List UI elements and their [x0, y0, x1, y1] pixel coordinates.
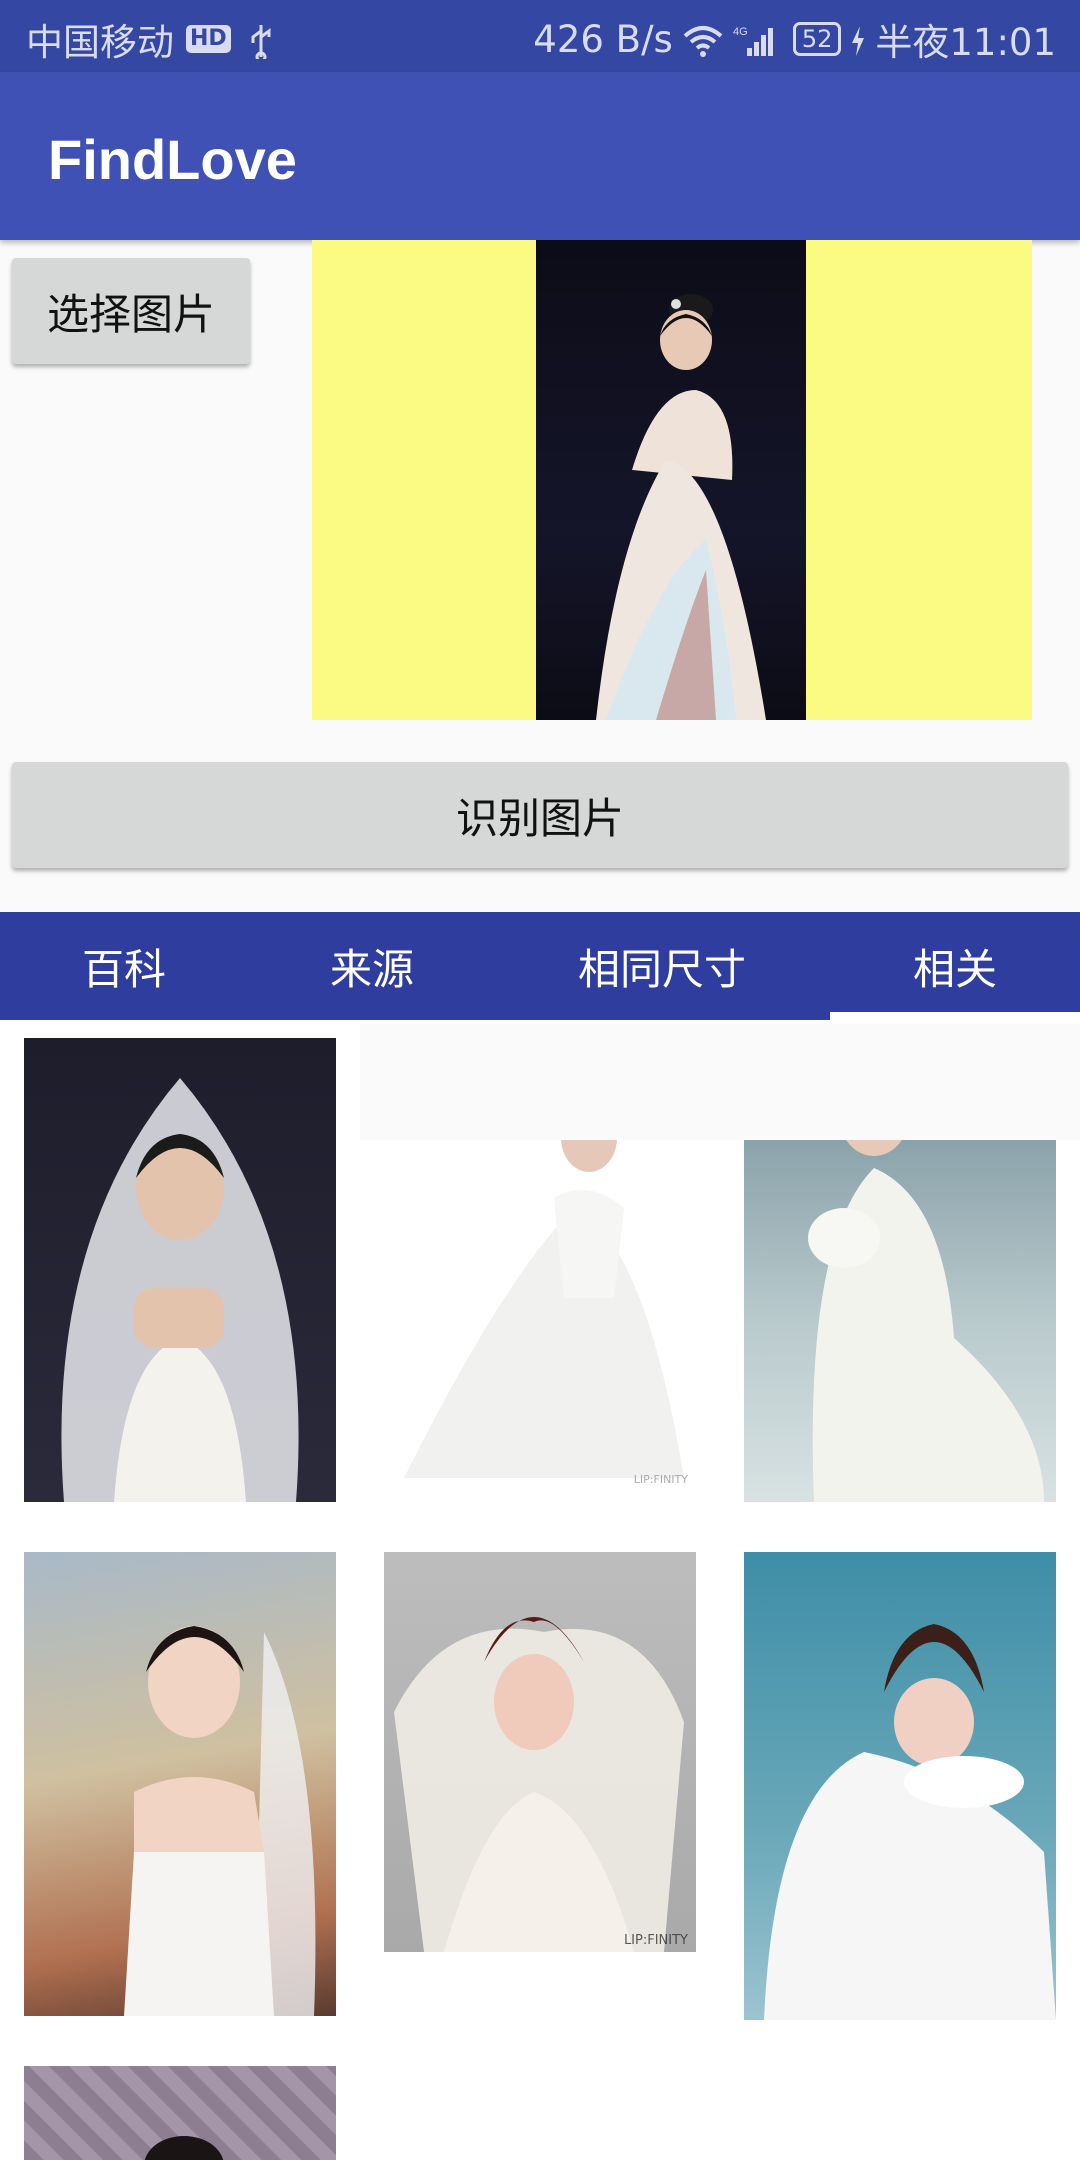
status-bar: 中国移动 HD 426 B/s 4G 52 半夜11:01 — [0, 0, 1080, 72]
carrier-label: 中国移动 — [26, 21, 174, 64]
tab-baike[interactable]: 百科 — [0, 912, 248, 1020]
charging-icon — [851, 18, 865, 61]
clock: 半夜11:01 — [875, 21, 1056, 64]
hd-badge: HD — [186, 25, 231, 53]
wifi-icon — [683, 18, 723, 61]
battery-icon: 52 — [792, 22, 842, 56]
grid-image-bride-tiara-veil[interactable] — [24, 1552, 336, 2016]
grid-empty-area — [360, 1024, 1080, 1140]
tab-indicator — [830, 1012, 1080, 1020]
selected-image-preview — [312, 240, 1032, 720]
result-tabs: 百科 来源 相同尺寸 相关 — [0, 912, 1080, 1020]
app-title: FindLove — [48, 128, 297, 191]
app-bar: FindLove — [0, 72, 1080, 240]
svg-text:4G: 4G — [733, 26, 748, 38]
related-images-grid: LIP:FINITY LIP:FINITY — [0, 1020, 1080, 2160]
grid-image-bride-lace-veil[interactable] — [24, 1038, 336, 1502]
status-left: 中国移动 HD — [26, 12, 273, 66]
status-right: 426 B/s 4G 52 半夜11:01 — [533, 12, 1056, 66]
select-image-button[interactable]: 选择图片 — [12, 258, 250, 364]
usb-icon — [249, 19, 273, 59]
preview-photo — [536, 240, 806, 720]
tab-source[interactable]: 来源 — [248, 912, 496, 1020]
network-speed: 426 B/s — [533, 17, 673, 61]
recognize-image-button[interactable]: 识别图片 — [12, 762, 1068, 868]
thumbnail-watermark: LIP:FINITY — [633, 1473, 688, 1486]
grid-image-bride-white-gloves[interactable] — [744, 1552, 1056, 2020]
tab-related[interactable]: 相关 — [830, 912, 1080, 1020]
tab-same-size[interactable]: 相同尺寸 — [496, 912, 828, 1020]
thumbnail-watermark: LIP:FINITY — [623, 1933, 688, 1948]
grid-image-partial[interactable] — [24, 2066, 336, 2160]
grid-image-woman-lipstick-hood[interactable]: LIP:FINITY — [384, 1552, 696, 1952]
signal-icon: 4G — [733, 18, 777, 61]
